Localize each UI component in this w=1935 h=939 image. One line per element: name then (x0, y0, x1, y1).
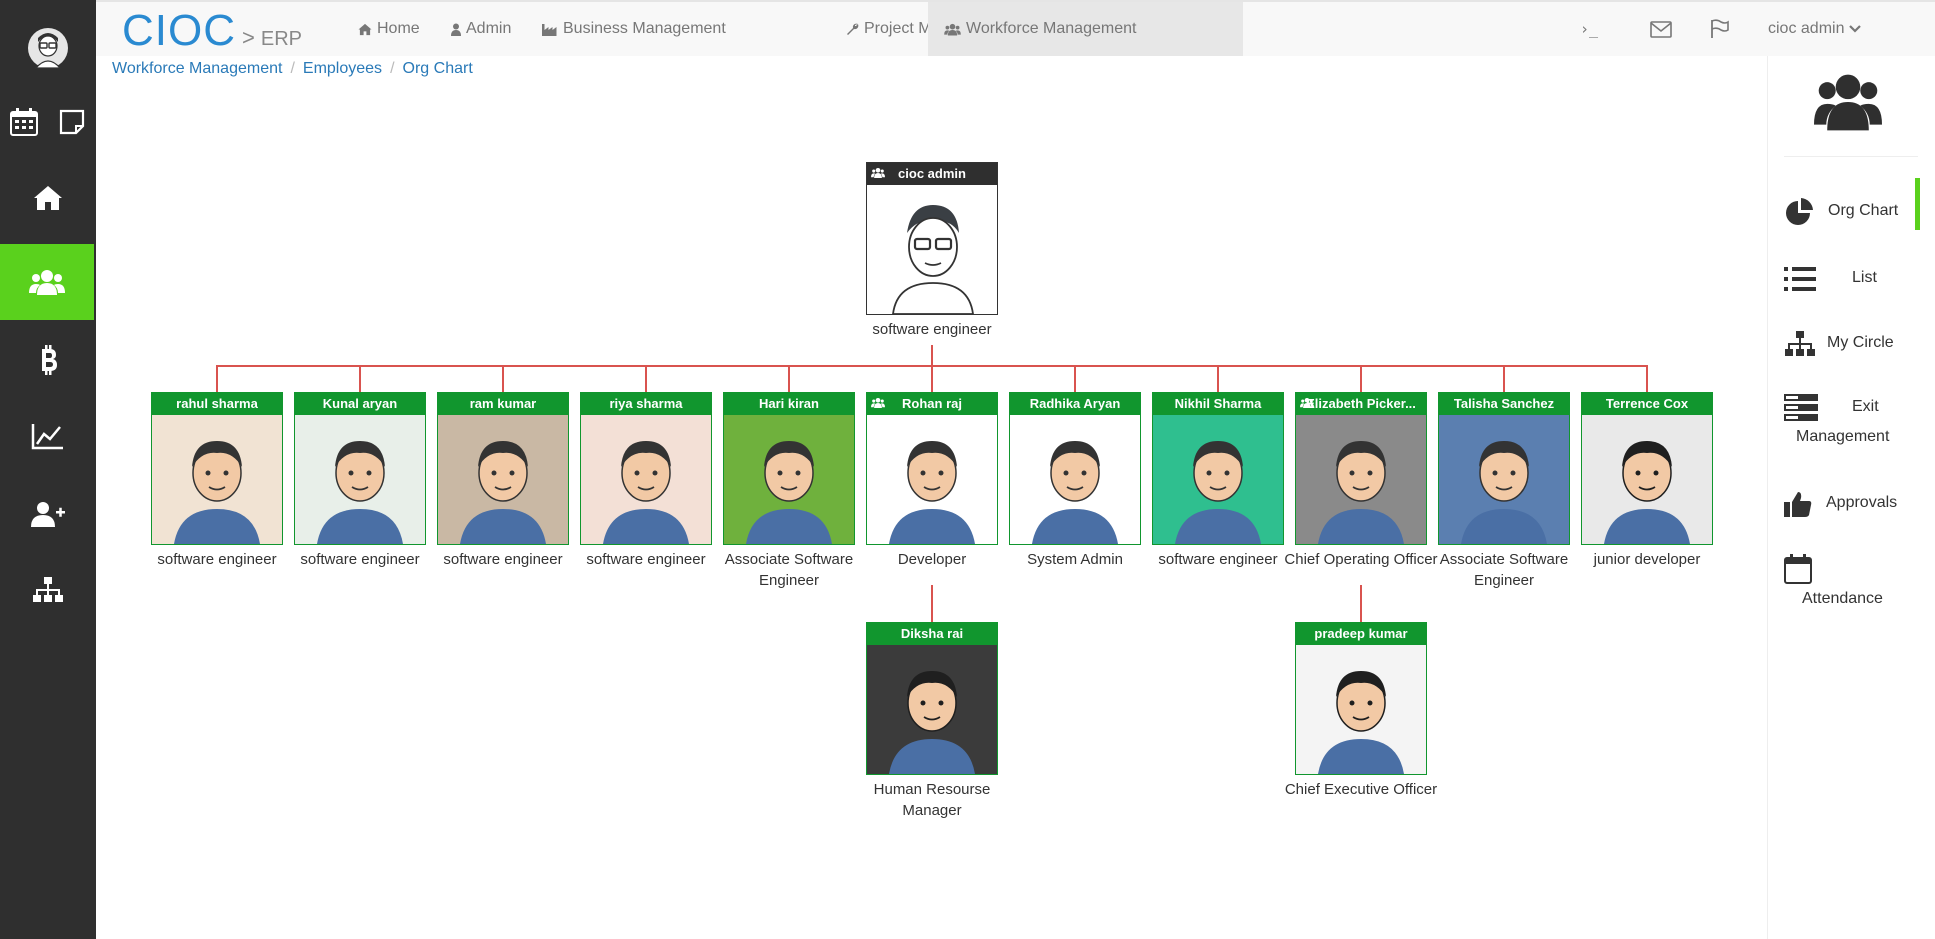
org-node[interactable]: rahul sharma software engineer (151, 392, 283, 570)
node-name: Radhika Aryan (1010, 393, 1140, 415)
node-card[interactable]: riya sharma (580, 392, 712, 545)
node-name-text: Rohan raj (902, 396, 962, 411)
employee-photo (867, 185, 997, 314)
node-name: rahul sharma (152, 393, 282, 415)
node-name: pradeep kumar (1296, 623, 1426, 645)
node-name: Kunal aryan (295, 393, 425, 415)
node-card[interactable]: Kunal aryan (294, 392, 426, 545)
org-node[interactable]: riya sharma software engineer (580, 392, 712, 570)
employee-photo (1439, 415, 1569, 544)
connector-drop (216, 365, 218, 392)
connector-drop (502, 365, 504, 392)
node-card[interactable]: Rohan raj (866, 392, 998, 545)
node-card[interactable]: Diksha rai (866, 622, 998, 775)
org-node[interactable]: Kunal aryan software engineer (294, 392, 426, 570)
connector-drop (359, 365, 361, 392)
node-name: Hari kiran (724, 393, 854, 415)
connector-child (1360, 585, 1362, 622)
org-node[interactable]: pradeep kumar Chief Executive Officer (1285, 622, 1437, 800)
org-node[interactable]: Talisha Sanchez Associate Software Engine… (1438, 392, 1570, 591)
node-title: Human Resourse Manager (873, 781, 991, 819)
connector-drop (1503, 365, 1505, 392)
node-name: Nikhil Sharma (1153, 393, 1283, 415)
node-card[interactable]: ram kumar (437, 392, 569, 545)
node-name: Diksha rai (867, 623, 997, 645)
node-name: Talisha Sanchez (1439, 393, 1569, 415)
connector-root (931, 345, 933, 365)
node-name: Elizabeth Picker... (1296, 393, 1426, 415)
node-name-text: Radhika Aryan (1029, 396, 1121, 411)
employee-photo (581, 415, 711, 544)
node-name-text: Kunal aryan (322, 396, 398, 411)
org-node[interactable]: Rohan raj Developer (866, 392, 998, 570)
org-node[interactable]: Terrence Cox junior developer (1581, 392, 1713, 570)
node-card[interactable]: pradeep kumar (1295, 622, 1427, 775)
connector-drop (788, 365, 790, 392)
org-node[interactable]: Nikhil Sharma software engineer (1152, 392, 1284, 570)
node-name-text: pradeep kumar (1314, 626, 1408, 641)
employee-photo (867, 415, 997, 544)
node-card[interactable]: Talisha Sanchez (1438, 392, 1570, 545)
employee-photo (1296, 415, 1426, 544)
connector-drop (1646, 365, 1648, 392)
employee-photo (1582, 415, 1712, 544)
org-node[interactable]: Hari kiran Associate Software Engineer (723, 392, 855, 591)
connector-drop (645, 365, 647, 392)
org-root-node[interactable]: cioc admin software engineer (866, 162, 998, 340)
employee-photo (295, 415, 425, 544)
connector-drop (931, 365, 933, 392)
node-card[interactable]: Hari kiran (723, 392, 855, 545)
node-card[interactable]: Elizabeth Picker... (1295, 392, 1427, 545)
node-name-text: cioc admin (898, 166, 966, 181)
team-icon (1300, 397, 1314, 409)
team-icon (871, 167, 885, 179)
employee-photo (724, 415, 854, 544)
connector-drop (1360, 365, 1362, 392)
connector-drop (1217, 365, 1219, 392)
employee-photo (1010, 415, 1140, 544)
org-node[interactable]: Diksha rai Human Resourse Manager (866, 622, 998, 821)
connector-child (931, 585, 933, 622)
org-node[interactable]: Elizabeth Picker... Chief Operating Offic… (1284, 392, 1438, 570)
node-title: Chief Executive Officer (1284, 781, 1438, 798)
node-card[interactable]: rahul sharma (151, 392, 283, 545)
employee-photo (438, 415, 568, 544)
node-name-text: ram kumar (469, 396, 537, 411)
node-name-text: Hari kiran (759, 396, 819, 411)
org-node[interactable]: ram kumar software engineer (437, 392, 569, 570)
org-node[interactable]: Radhika Aryan System Admin (1009, 392, 1141, 570)
node-name-text: rahul sharma (176, 396, 258, 411)
node-name: Rohan raj (867, 393, 997, 415)
employee-photo (1296, 645, 1426, 774)
employee-photo (1153, 415, 1283, 544)
node-name-text: Nikhil Sharma (1174, 396, 1262, 411)
node-card[interactable]: Radhika Aryan (1009, 392, 1141, 545)
node-name-text: Diksha rai (900, 626, 964, 641)
node-name: riya sharma (581, 393, 711, 415)
node-card[interactable]: Nikhil Sharma (1152, 392, 1284, 545)
node-name-text: Talisha Sanchez (1453, 396, 1555, 411)
node-name: Terrence Cox (1582, 393, 1712, 415)
employee-photo (152, 415, 282, 544)
node-card[interactable]: Terrence Cox (1581, 392, 1713, 545)
connector-drop (1074, 365, 1076, 392)
node-name: ram kumar (438, 393, 568, 415)
node-name: cioc admin (867, 163, 997, 185)
team-icon (871, 397, 885, 409)
employee-photo (867, 645, 997, 774)
node-title: software engineer (872, 321, 992, 338)
org-chart: cioc admin software engineer rahul sharma s… (0, 0, 1935, 939)
node-name-text: Elizabeth Picker... (1306, 396, 1416, 411)
node-name-text: Terrence Cox (1605, 396, 1689, 411)
node-card[interactable]: cioc admin (866, 162, 998, 315)
node-title: junior developer (1593, 551, 1701, 568)
node-name-text: riya sharma (609, 396, 683, 411)
